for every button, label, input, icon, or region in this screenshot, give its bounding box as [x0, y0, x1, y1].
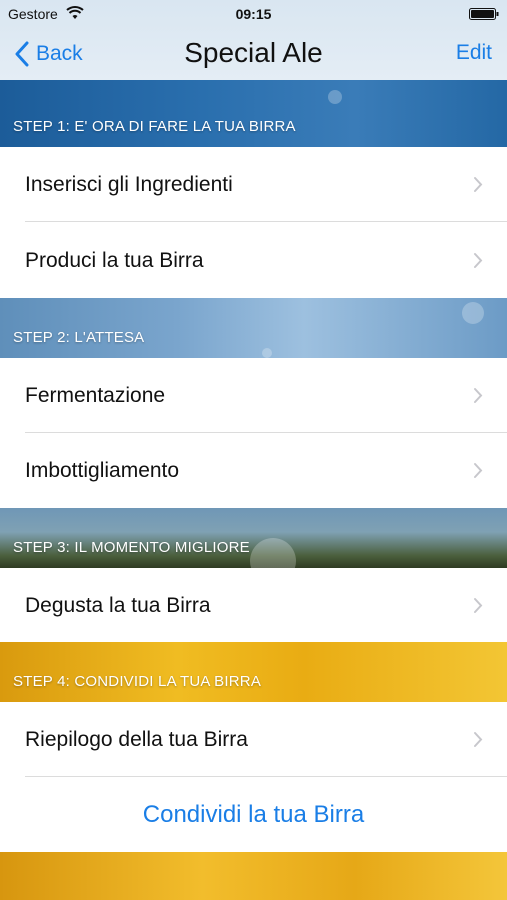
edit-button[interactable]: Edit — [456, 41, 492, 65]
battery-icon — [469, 8, 499, 20]
section-header-step-3: STEP 3: IL MOMENTO MIGLIORE — [0, 508, 507, 568]
list-item-label: Fermentazione — [25, 384, 166, 407]
section-header-label: STEP 1: E' ORA DI FARE LA TUA BIRRA — [13, 118, 296, 135]
top-bar: Gestore 09:15 Back Special Ale Edit — [0, 0, 507, 80]
list-item-produci-birra[interactable]: Produci la tua Birra — [0, 223, 507, 298]
list-item-riepilogo-birra[interactable]: Riepilogo della tua Birra — [0, 702, 507, 777]
chevron-right-icon — [474, 388, 483, 403]
chevron-right-icon — [474, 598, 483, 613]
section-header-step-4: STEP 4: CONDIVIDI LA TUA BIRRA — [0, 642, 507, 702]
share-beer-button[interactable]: Condividi la tua Birra — [0, 777, 507, 852]
list-item-label: Produci la tua Birra — [25, 249, 204, 272]
status-bar: Gestore 09:15 — [0, 0, 507, 30]
list-item-label: Degusta la tua Birra — [25, 594, 211, 617]
page-title: Special Ale — [184, 37, 323, 68]
chevron-right-icon — [474, 253, 483, 268]
list-item-label: Imbottigliamento — [25, 459, 180, 482]
list-item-inserisci-ingredienti[interactable]: Inserisci gli Ingredienti — [0, 147, 507, 222]
list-item-label: Inserisci gli Ingredienti — [25, 173, 233, 196]
status-time: 09:15 — [235, 6, 272, 22]
list-item-imbottigliamento[interactable]: Imbottigliamento — [0, 433, 507, 508]
chevron-right-icon — [474, 732, 483, 747]
list-item-degusta-birra[interactable]: Degusta la tua Birra — [0, 568, 507, 643]
navigation-bar: Back Special Ale Edit — [0, 30, 507, 80]
list-item-fermentazione[interactable]: Fermentazione — [0, 358, 507, 433]
section-header-label: STEP 3: IL MOMENTO MIGLIORE — [13, 539, 250, 556]
list-item-label: Riepilogo della tua Birra — [25, 728, 248, 751]
section-header-step-1: STEP 1: E' ORA DI FARE LA TUA BIRRA — [0, 80, 507, 147]
footer-background-image — [0, 852, 507, 900]
section-header-label: STEP 2: L'ATTESA — [13, 329, 145, 346]
section-header-label: STEP 4: CONDIVIDI LA TUA BIRRA — [13, 673, 262, 690]
share-beer-label: Condividi la tua Birra — [142, 801, 365, 828]
chevron-right-icon — [474, 177, 483, 192]
section-header-step-2: STEP 2: L'ATTESA — [0, 298, 507, 358]
chevron-right-icon — [474, 463, 483, 478]
